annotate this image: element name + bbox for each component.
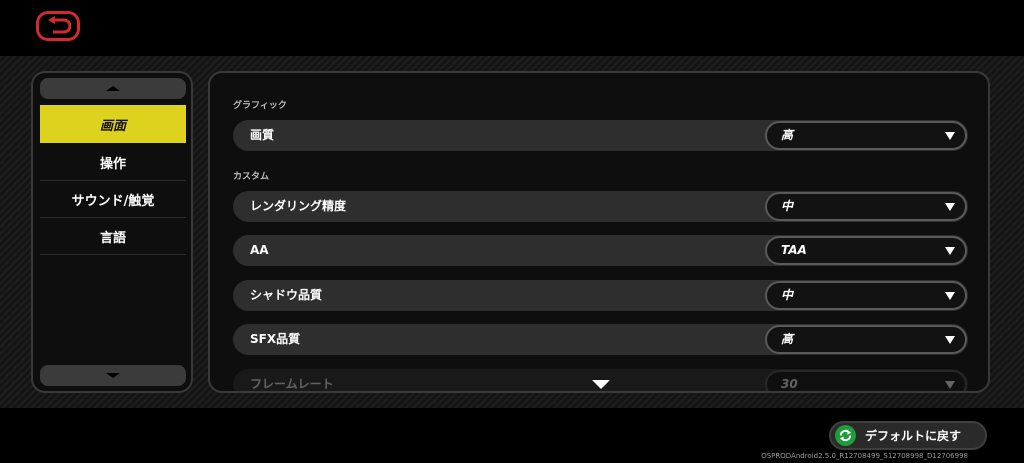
setting-row-quality: 画質 高 [233, 120, 968, 151]
section-label-graphics: グラフィック [233, 101, 287, 111]
dropdown-value: 高 [781, 332, 794, 346]
chevron-down-icon [945, 247, 955, 255]
setting-label: フレームレート [250, 377, 334, 391]
triangle-up-icon [106, 86, 120, 91]
undo-arrow-icon [48, 16, 71, 34]
dropdown-value: TAA [781, 243, 807, 257]
dropdown-value: 中 [781, 199, 794, 213]
setting-row-aa: AA TAA [233, 235, 968, 266]
setting-row-sfx-quality: SFX品質 高 [233, 324, 968, 355]
chevron-down-icon [945, 292, 955, 300]
setting-label: SFX品質 [250, 332, 301, 346]
restore-default-button[interactable]: デフォルトに戻す [829, 421, 987, 450]
sidebar-item-label: サウンド/触覚 [71, 193, 155, 209]
dropdown-value: 高 [781, 128, 794, 142]
setting-label: 画質 [250, 128, 275, 142]
setting-row-shadow-quality: シャドウ品質 中 [233, 280, 968, 311]
dropdown-value: 30 [781, 377, 798, 391]
sidebar-item-controls[interactable]: 操作 [40, 144, 186, 181]
restore-default-label: デフォルトに戻す [865, 429, 962, 443]
chevron-down-icon [945, 203, 955, 211]
sidebar-item-label: 言語 [99, 230, 126, 246]
settings-panel: グラフィック 画質 高 カスタム レンダリング精度 中 AA TAA シャドウ品… [208, 71, 990, 393]
reset-cycle-icon [835, 425, 856, 446]
sidebar-item-display[interactable]: 画面 [40, 105, 186, 143]
sidebar-item-label: 画面 [99, 118, 126, 134]
top-bar [0, 0, 1024, 56]
setting-label: レンダリング精度 [250, 199, 347, 213]
shadow-quality-dropdown[interactable]: 中 [765, 281, 967, 310]
setting-label: AA [250, 243, 269, 257]
scroll-more-arrow-icon[interactable] [592, 380, 610, 389]
rendering-precision-dropdown[interactable]: 中 [765, 192, 967, 221]
sidebar-item-label: 操作 [99, 156, 126, 172]
sidebar-scroll-up-button[interactable] [40, 78, 186, 99]
chevron-down-icon [945, 132, 955, 140]
setting-label: シャドウ品質 [250, 288, 323, 302]
sidebar-item-language[interactable]: 言語 [40, 218, 186, 255]
aa-dropdown[interactable]: TAA [765, 236, 967, 265]
sidebar-menu: 画面 操作 サウンド/触覚 言語 [40, 105, 186, 255]
quality-dropdown[interactable]: 高 [765, 121, 967, 150]
chevron-down-icon [945, 381, 955, 389]
section-label-custom: カスタム [233, 172, 270, 182]
sfx-quality-dropdown[interactable]: 高 [765, 325, 967, 354]
triangle-down-icon [106, 373, 120, 378]
sidebar-scroll-down-button[interactable] [40, 365, 186, 386]
dropdown-value: 中 [781, 288, 794, 302]
back-button[interactable] [36, 11, 80, 41]
frame-rate-dropdown[interactable]: 30 [765, 370, 967, 391]
chevron-down-icon [945, 336, 955, 344]
sidebar-item-sound-haptics[interactable]: サウンド/触覚 [40, 181, 186, 218]
settings-sidebar: 画面 操作 サウンド/触覚 言語 [31, 71, 193, 393]
version-string: OSPRODAndroid2.5.0_R12708499_S12708998_D… [761, 452, 968, 460]
setting-row-rendering-precision: レンダリング精度 中 [233, 191, 968, 222]
